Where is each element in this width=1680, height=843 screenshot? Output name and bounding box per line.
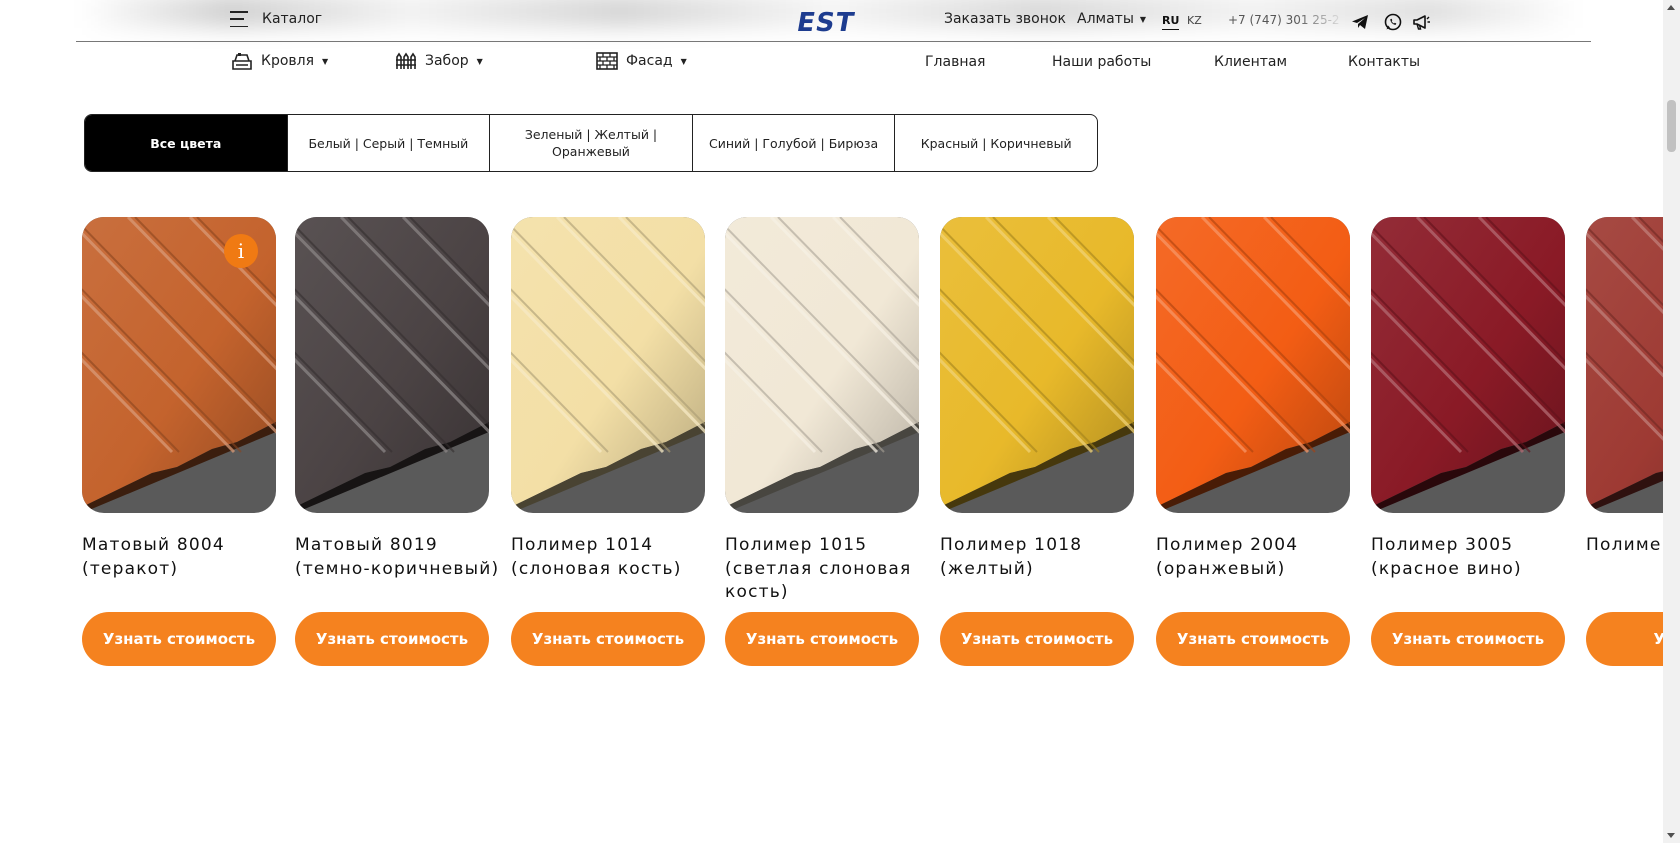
product-image[interactable] xyxy=(295,217,489,513)
nav-clients[interactable]: Клиентам xyxy=(1214,54,1287,70)
filter-tab-white-gray-dark[interactable]: Белый | Серый | Темный xyxy=(288,115,491,171)
telegram-icon[interactable] xyxy=(1350,12,1370,32)
product-card[interactable]: Полимер 2004 (оранжевый) Узнать стоимост… xyxy=(1156,217,1350,666)
nav-facade-dropdown[interactable]: Фасад ▼ xyxy=(596,52,687,70)
nav-facade-label: Фасад xyxy=(626,53,673,69)
scroll-down-arrow-icon[interactable] xyxy=(1667,833,1675,838)
nav-fence-dropdown[interactable]: Забор ▼ xyxy=(395,52,483,70)
product-title: Матовый 8004 (теракот) xyxy=(82,535,225,579)
caret-down-icon: ▼ xyxy=(680,56,687,66)
menu-icon xyxy=(230,11,248,27)
filter-tab-blue-cyan-turquoise[interactable]: Синий | Голубой | Бирюза xyxy=(693,115,896,171)
product-card[interactable]: Полимер 1014 (слоновая кость) Узнать сто… xyxy=(511,217,705,666)
filter-tab-green-yellow-orange[interactable]: Зеленый | Желтый | Оранжевый xyxy=(490,115,693,171)
product-image[interactable]: i xyxy=(82,217,276,513)
nav-fence-label: Забор xyxy=(425,53,469,69)
product-card[interactable]: Полимер 1015 (светлая слоновая кость) Уз… xyxy=(725,217,919,666)
page-scrollbar[interactable] xyxy=(1663,0,1680,843)
page-viewport: Каталог EST Заказать звонок Алматы ▼ RU … xyxy=(0,0,1663,843)
get-price-button[interactable]: Узнать стоимость xyxy=(725,612,919,666)
scroll-up-arrow-icon[interactable] xyxy=(1667,5,1675,10)
product-title: Полимер 3005 (красное вино) xyxy=(1371,535,1522,579)
caret-down-icon: ▼ xyxy=(476,56,483,66)
lang-ru[interactable]: RU xyxy=(1162,14,1180,30)
product-title: Полимер (красна xyxy=(1586,535,1663,555)
whatsapp-icon[interactable] xyxy=(1383,12,1403,32)
filter-tab-all[interactable]: Все цвета xyxy=(85,115,288,171)
get-price-button[interactable]: Узнать стоимость xyxy=(82,612,276,666)
caret-down-icon: ▼ xyxy=(1139,14,1147,24)
lang-kz[interactable]: KZ xyxy=(1187,14,1202,27)
product-card[interactable]: Матовый 8019 (темно-коричневый) Узнать с… xyxy=(295,217,498,666)
get-price-button[interactable]: Узнать стоимость xyxy=(940,612,1134,666)
nav-home[interactable]: Главная xyxy=(925,54,985,70)
city-selector[interactable]: Алматы ▼ xyxy=(1077,11,1146,27)
site-logo[interactable]: EST xyxy=(794,8,857,38)
callback-link[interactable]: Заказать звонок xyxy=(944,11,1066,27)
product-title: Полимер 1018 (желтый) xyxy=(940,535,1083,579)
product-image[interactable] xyxy=(725,217,919,513)
nav-roof-dropdown[interactable]: Кровля ▼ xyxy=(231,52,328,70)
get-price-button[interactable]: Узнать стоимость xyxy=(1371,612,1565,666)
color-filter-tabs: Все цвета Белый | Серый | Темный Зеленый… xyxy=(84,114,1098,172)
get-price-button[interactable]: Узнать xyxy=(1586,612,1663,666)
roof-icon xyxy=(232,53,252,70)
catalog-label: Каталог xyxy=(262,11,323,27)
get-price-button[interactable]: Узнать стоимость xyxy=(1156,612,1350,666)
catalog-button[interactable]: Каталог xyxy=(230,11,322,27)
product-card[interactable]: i Матовый 8004 (теракот) Узнать стоимост… xyxy=(82,217,276,666)
product-card[interactable]: Полимер (красна Узнать xyxy=(1586,217,1663,666)
get-price-button[interactable]: Узнать стоимость xyxy=(295,612,489,666)
city-label: Алматы xyxy=(1077,11,1134,27)
product-title: Полимер 1014 (слоновая кость) xyxy=(511,535,682,579)
product-title: Полимер 2004 (оранжевый) xyxy=(1156,535,1299,579)
product-image[interactable] xyxy=(1371,217,1565,513)
product-image[interactable] xyxy=(1586,217,1663,513)
header-divider xyxy=(76,41,1591,42)
fence-icon xyxy=(396,52,416,69)
filter-tab-red-brown[interactable]: Красный | Коричневый xyxy=(895,115,1097,171)
product-image[interactable] xyxy=(511,217,705,513)
megaphone-icon[interactable] xyxy=(1411,12,1431,32)
product-image[interactable] xyxy=(940,217,1134,513)
caret-down-icon: ▼ xyxy=(322,56,329,66)
nav-contacts[interactable]: Контакты xyxy=(1348,54,1420,70)
product-title: Матовый 8019 (темно-коричневый) xyxy=(295,535,500,579)
product-title: Полимер 1015 (светлая слоновая кость) xyxy=(725,535,912,602)
scrollbar-thumb[interactable] xyxy=(1667,100,1676,152)
nav-our-works[interactable]: Наши работы xyxy=(1052,54,1151,70)
site-header: Каталог EST Заказать звонок Алматы ▼ RU … xyxy=(0,0,1663,90)
product-card[interactable]: Полимер 1018 (желтый) Узнать стоимость xyxy=(940,217,1134,666)
product-image[interactable] xyxy=(1156,217,1350,513)
info-icon[interactable]: i xyxy=(224,234,258,268)
get-price-button[interactable]: Узнать стоимость xyxy=(511,612,705,666)
phone-link[interactable]: +7 (747) 301 25-2 xyxy=(1228,13,1340,27)
product-card[interactable]: Полимер 3005 (красное вино) Узнать стоим… xyxy=(1371,217,1565,666)
facade-icon xyxy=(596,52,618,70)
nav-roof-label: Кровля xyxy=(261,53,315,69)
